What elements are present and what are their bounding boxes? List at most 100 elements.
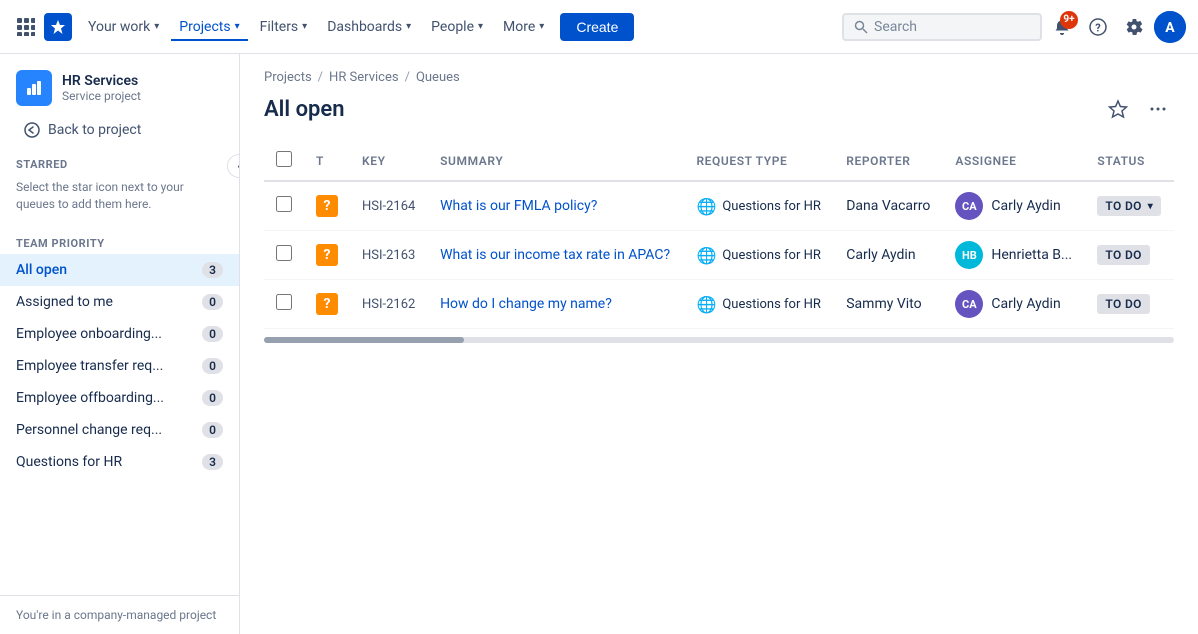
row-checkbox-cell [264, 231, 304, 280]
status-dropdown-icon[interactable]: ▾ [1148, 201, 1153, 212]
col-assignee: Assignee [943, 141, 1085, 181]
more-options-button[interactable] [1142, 93, 1174, 125]
assignee-avatar: CA [955, 290, 983, 318]
col-checkbox [264, 141, 304, 181]
breadcrumb-projects[interactable]: Projects [264, 70, 312, 85]
star-button[interactable] [1102, 93, 1134, 125]
sidebar-item-questions-for-hr[interactable]: Questions for HR 3 [0, 446, 239, 478]
grid-icon[interactable] [12, 13, 40, 41]
assignee-avatar: HB [955, 241, 983, 269]
col-type: T [304, 141, 350, 181]
assignee-avatar: CA [955, 192, 983, 220]
sidebar-badge-all-open: 3 [202, 262, 223, 278]
svg-text:?: ? [1095, 21, 1101, 34]
scrollbar-track [264, 337, 1174, 343]
breadcrumb-queues[interactable]: Queues [416, 70, 460, 85]
table-row[interactable]: ? HSI-2164 What is our FMLA policy? 🌐 Qu… [264, 181, 1174, 231]
app-layout: ‹ HR Services Service project Back to pr… [0, 54, 1198, 634]
nav-more[interactable]: More ▾ [495, 13, 552, 41]
row-summary-cell: What is our income tax rate in APAC? [428, 231, 684, 280]
col-status: Status [1085, 141, 1174, 181]
row-reporter-cell: Dana Vacarro [834, 181, 943, 231]
reporter-name: Carly Aydin [846, 247, 915, 263]
row-assignee-cell: CA Carly Aydin [943, 181, 1085, 231]
search-box[interactable]: Search [842, 13, 1042, 41]
sidebar-item-personnel-change[interactable]: Personnel change req... 0 [0, 414, 239, 446]
assignee-name: Carly Aydin [991, 198, 1060, 214]
row-checkbox[interactable] [276, 196, 292, 212]
row-key-cell: HSI-2162 [350, 280, 428, 329]
reporter-name: Dana Vacarro [846, 198, 930, 214]
page-title: All open [264, 97, 345, 122]
row-summary-cell: What is our FMLA policy? [428, 181, 684, 231]
breadcrumb-sep-1: / [318, 70, 323, 85]
chevron-down-icon: ▾ [302, 21, 307, 32]
app-logo[interactable] [44, 13, 72, 41]
table-body: ? HSI-2164 What is our FMLA policy? 🌐 Qu… [264, 181, 1174, 329]
sidebar: ‹ HR Services Service project Back to pr… [0, 54, 240, 634]
sidebar-item-employee-onboarding[interactable]: Employee onboarding... 0 [0, 318, 239, 350]
request-type-icon: 🌐 [696, 295, 716, 314]
more-options-icon [1149, 100, 1167, 118]
starred-hint: Select the star icon next to your queues… [0, 175, 239, 225]
status-badge: TO DO [1097, 245, 1149, 265]
request-type: 🌐 Questions for HR [696, 295, 822, 314]
avatar-image: A [1154, 11, 1186, 43]
back-to-project-button[interactable]: Back to project [8, 114, 231, 146]
nav-filters[interactable]: Filters ▾ [252, 13, 316, 41]
breadcrumb-sep-2: / [405, 70, 410, 85]
nav-projects[interactable]: Projects ▾ [171, 13, 247, 41]
back-icon [24, 122, 40, 138]
sidebar-item-assigned-to-me[interactable]: Assigned to me 0 [0, 286, 239, 318]
issue-type-icon: ? [316, 244, 338, 266]
row-assignee-cell: CA Carly Aydin [943, 280, 1085, 329]
issue-summary-link[interactable]: What is our FMLA policy? [440, 198, 597, 214]
create-button[interactable]: Create [560, 13, 634, 41]
chevron-down-icon: ▾ [539, 21, 544, 32]
sidebar-item-all-open[interactable]: All open 3 [0, 254, 239, 286]
nav-your-work[interactable]: Your work ▾ [80, 13, 167, 41]
select-all-checkbox[interactable] [276, 151, 292, 167]
row-reporter-cell: Sammy Vito [834, 280, 943, 329]
help-button[interactable]: ? [1082, 11, 1114, 43]
assignee: HB Henrietta B... [955, 241, 1073, 269]
starred-section-label: STARRED [0, 146, 239, 175]
row-assignee-cell: HB Henrietta B... [943, 231, 1085, 280]
issue-summary-link[interactable]: What is our income tax rate in APAC? [440, 247, 670, 263]
breadcrumb-hr-services[interactable]: HR Services [329, 70, 399, 85]
row-type-cell: ? [304, 231, 350, 280]
nav-people[interactable]: People ▾ [423, 13, 491, 41]
sidebar-badge-employee-onboarding: 0 [202, 326, 223, 342]
row-status-cell: TO DO [1085, 231, 1174, 280]
table-row[interactable]: ? HSI-2162 How do I change my name? 🌐 Qu… [264, 280, 1174, 329]
row-status-cell: TO DO▾ [1085, 181, 1174, 231]
page-actions [1102, 93, 1174, 125]
status-badge[interactable]: TO DO▾ [1097, 196, 1161, 216]
help-icon: ? [1089, 18, 1107, 36]
request-type-label: Questions for HR [722, 248, 821, 263]
horizontal-scrollbar[interactable] [240, 329, 1198, 343]
row-checkbox-cell [264, 181, 304, 231]
sidebar-footer: You're in a company-managed project [0, 595, 239, 634]
table-row[interactable]: ? HSI-2163 What is our income tax rate i… [264, 231, 1174, 280]
reporter-name: Sammy Vito [846, 296, 921, 312]
nav-dashboards[interactable]: Dashboards ▾ [319, 13, 419, 41]
user-avatar[interactable]: A [1154, 11, 1186, 43]
row-request-type-cell: 🌐 Questions for HR [684, 181, 834, 231]
issue-key: HSI-2162 [362, 297, 415, 312]
sidebar-item-employee-offboarding[interactable]: Employee offboarding... 0 [0, 382, 239, 414]
request-type-icon: 🌐 [696, 197, 716, 216]
row-checkbox[interactable] [276, 245, 292, 261]
row-checkbox[interactable] [276, 294, 292, 310]
sidebar-item-employee-transfer[interactable]: Employee transfer req... 0 [0, 350, 239, 382]
top-nav: Your work ▾ Projects ▾ Filters ▾ Dashboa… [0, 0, 1198, 54]
row-type-cell: ? [304, 181, 350, 231]
table-header: T Key Summary Request Type Reporter Assi… [264, 141, 1174, 181]
col-request-type: Request Type [684, 141, 834, 181]
assignee-name: Henrietta B... [991, 247, 1072, 263]
issue-summary-link[interactable]: How do I change my name? [440, 296, 612, 312]
row-status-cell: TO DO [1085, 280, 1174, 329]
notifications-button[interactable]: 9+ [1046, 11, 1078, 43]
settings-button[interactable] [1118, 11, 1150, 43]
settings-icon [1125, 18, 1143, 36]
